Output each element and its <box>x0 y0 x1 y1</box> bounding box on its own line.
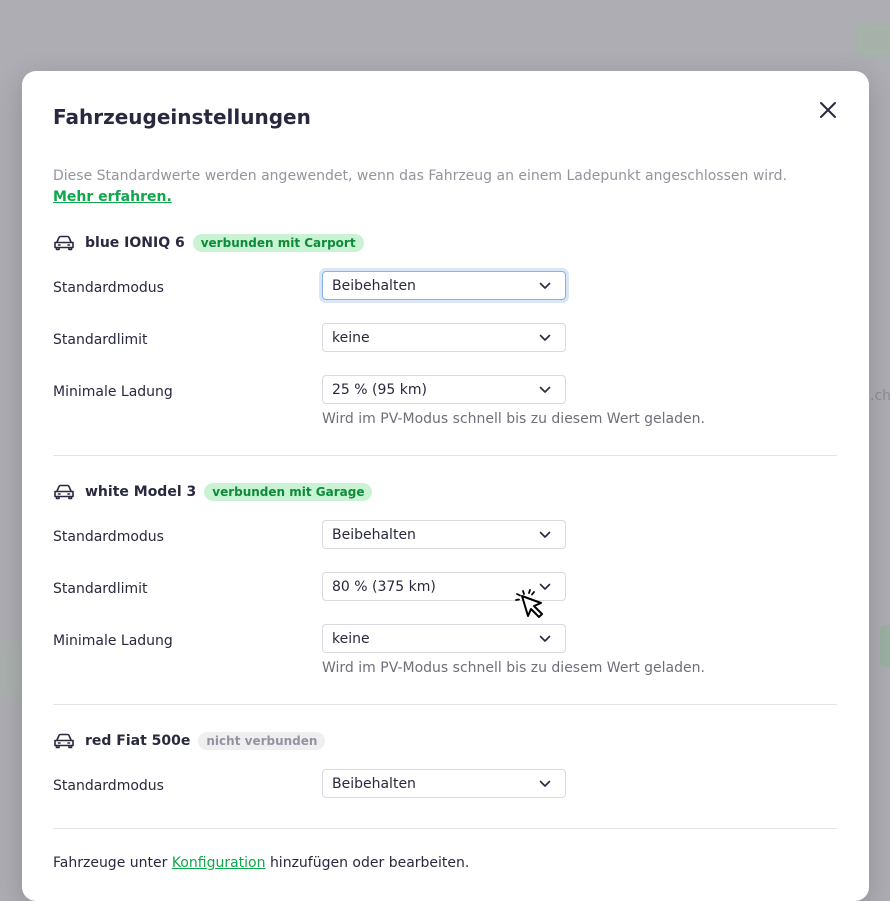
min-charge-select[interactable]: keine <box>322 624 566 653</box>
standard-mode-label: Standardmodus <box>53 778 164 794</box>
learn-more-link[interactable]: Mehr erfahren. <box>53 189 172 205</box>
vehicle-name: blue IONIQ 6 <box>85 235 185 251</box>
vehicle-settings-dialog: Fahrzeugeinstellungen Diese Standardwert… <box>22 71 869 901</box>
select-value: 80 % (375 km) <box>332 578 436 595</box>
standard-limit-label: Standardlimit <box>53 332 148 348</box>
car-icon <box>54 733 74 749</box>
chevron-down-icon <box>539 282 551 289</box>
chevron-down-icon <box>539 531 551 538</box>
chevron-down-icon <box>539 780 551 787</box>
standard-mode-label: Standardmodus <box>53 280 164 296</box>
select-value: Beibehalten <box>332 277 416 294</box>
select-value: 25 % (95 km) <box>332 381 427 398</box>
footer-prefix: Fahrzeuge unter <box>53 855 168 871</box>
section-divider <box>53 455 837 456</box>
standard-mode-select[interactable]: Beibehalten <box>322 520 566 549</box>
vehicle-header: red Fiat 500e nicht verbunden <box>53 730 326 752</box>
select-value: Beibehalten <box>332 775 416 792</box>
select-value: keine <box>332 630 370 647</box>
chevron-down-icon <box>539 635 551 642</box>
standard-limit-select[interactable]: keine <box>322 323 566 352</box>
section-divider <box>53 704 837 705</box>
dialog-description: Diese Standardwerte werden angewendet, w… <box>53 166 833 208</box>
background-text: .ch <box>870 388 890 404</box>
dialog-footer: Fahrzeuge unter Konfiguration hinzufügen… <box>53 855 469 871</box>
connection-status-badge: nicht verbunden <box>198 732 326 750</box>
standard-mode-select[interactable]: Beibehalten <box>322 271 566 300</box>
footer-suffix: hinzufügen oder bearbeiten. <box>269 855 470 871</box>
background-button <box>855 22 890 58</box>
min-charge-select[interactable]: 25 % (95 km) <box>322 375 566 404</box>
vehicle-header: blue IONIQ 6 verbunden mit Carport <box>53 232 364 254</box>
vehicle-header: white Model 3 verbunden mit Garage <box>53 481 373 503</box>
standard-mode-label: Standardmodus <box>53 529 164 545</box>
select-value: keine <box>332 329 370 346</box>
connection-status-badge: verbunden mit Garage <box>204 483 373 501</box>
background-button-right <box>880 625 890 667</box>
standard-limit-label: Standardlimit <box>53 581 148 597</box>
close-icon[interactable] <box>817 99 839 121</box>
standard-mode-select[interactable]: Beibehalten <box>322 769 566 798</box>
vehicle-name: white Model 3 <box>85 484 197 500</box>
car-icon <box>54 484 74 500</box>
dialog-title: Fahrzeugeinstellungen <box>53 105 311 129</box>
chevron-down-icon <box>539 334 551 341</box>
description-text: Diese Standardwerte werden angewendet, w… <box>53 168 788 184</box>
select-value: Beibehalten <box>332 526 416 543</box>
standard-limit-select[interactable]: 80 % (375 km) <box>322 572 566 601</box>
min-charge-hint: Wird im PV-Modus schnell bis zu diesem W… <box>322 660 705 676</box>
min-charge-label: Minimale Ladung <box>53 384 173 400</box>
min-charge-hint: Wird im PV-Modus schnell bis zu diesem W… <box>322 411 705 427</box>
chevron-down-icon <box>539 386 551 393</box>
car-icon <box>54 235 74 251</box>
connection-status-badge: verbunden mit Carport <box>192 234 364 252</box>
min-charge-label: Minimale Ladung <box>53 633 173 649</box>
vehicle-name: red Fiat 500e <box>85 733 191 749</box>
configuration-link[interactable]: Konfiguration <box>172 855 266 871</box>
chevron-down-icon <box>539 583 551 590</box>
background-element-left <box>0 640 24 700</box>
section-divider <box>53 828 837 829</box>
